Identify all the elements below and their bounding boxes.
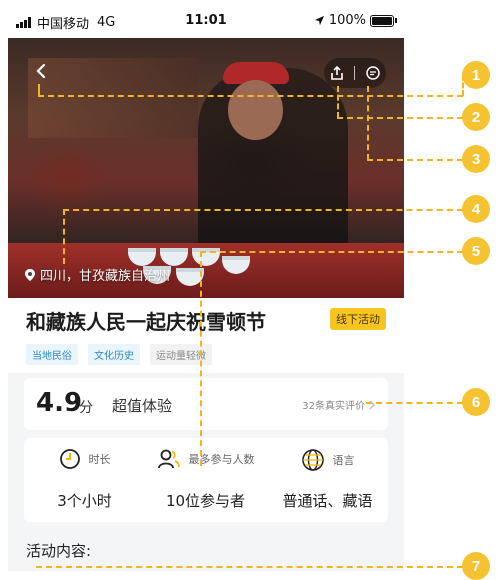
hero-actions (324, 58, 386, 88)
annotation-line (63, 209, 65, 264)
annotation-marker-1: 1 (462, 61, 490, 89)
stat-label: 时长 (88, 453, 111, 466)
rating-card[interactable]: 4.9 分 超值体验 32条真实评价 (24, 378, 388, 430)
chevron-right-icon (369, 400, 375, 409)
status-right: 100% (314, 13, 397, 28)
stat-duration: 时长 3个小时 (24, 438, 145, 522)
annotation-line (367, 86, 369, 160)
actions-divider (354, 66, 356, 80)
annotation-marker-7: 7 (462, 552, 490, 580)
reviews-count: 32条真实评价 (302, 401, 365, 412)
battery-icon (370, 14, 397, 27)
tag-item: 运动量轻微 (150, 344, 212, 365)
stat-value: 普通话、藏语 (282, 492, 373, 510)
annotation-marker-3: 3 (462, 145, 490, 173)
annotation-marker-5: 5 (462, 237, 490, 265)
stat-label: 最多参与人数 (188, 453, 255, 466)
hero-bg-head (228, 80, 283, 140)
annotation-marker-2: 2 (462, 103, 490, 131)
share-icon[interactable] (329, 65, 345, 81)
globe-icon (301, 449, 324, 471)
annotation-line (36, 566, 463, 568)
location-arrow-icon (314, 15, 324, 26)
clock-icon (59, 449, 80, 469)
stat-header: 最多参与人数 (145, 448, 266, 470)
rating-score: 4.9 (36, 388, 83, 418)
annotation-line (38, 95, 463, 97)
location-pin-icon (25, 268, 35, 281)
hero-image: 四川，甘孜藏族自治州 (8, 38, 404, 298)
reviews-link[interactable]: 32条真实评价 (302, 397, 376, 412)
activity-info: 和藏族人民一起庆祝雪顿节 线下活动 当地民俗 文化历史 运动量轻微 (8, 298, 404, 373)
annotation-line (200, 251, 463, 253)
status-bar: 中国移动 4G 11:01 100% (8, 0, 404, 38)
phone-screen: 中国移动 4G 11:01 100% 四川，甘孜藏族自治州 和藏族人民一起庆祝雪… (8, 0, 404, 571)
tag-item[interactable]: 当地民俗 (26, 344, 78, 365)
annotation-line (200, 251, 202, 466)
stat-label: 语言 (332, 454, 355, 467)
location-label: 四川，甘孜藏族自治州 (24, 265, 170, 284)
annotation-line (337, 86, 339, 118)
chevron-left-icon (36, 63, 46, 79)
annotation-marker-4: 4 (462, 195, 490, 223)
rating-unit: 分 (79, 400, 93, 416)
stat-header: 语言 (267, 448, 388, 472)
comment-icon[interactable] (365, 65, 381, 81)
activity-title: 和藏族人民一起庆祝雪顿节 (26, 310, 266, 334)
stat-value: 3个小时 (57, 492, 112, 510)
stats-card: 时长 3个小时 最多参与人数 10位参与者 语言 普通话、藏语 (24, 438, 388, 522)
offline-badge: 线下活动 (330, 308, 386, 330)
rating-label: 超值体验 (112, 397, 173, 415)
stat-header: 时长 (24, 448, 145, 470)
annotation-marker-6: 6 (462, 388, 490, 416)
battery-percent: 100% (328, 13, 366, 28)
people-icon (157, 449, 180, 469)
annotation-line (337, 117, 463, 119)
content-section-title: 活动内容: (26, 542, 92, 560)
stat-value: 10位参与者 (165, 492, 246, 510)
back-button[interactable] (28, 58, 54, 84)
tag-item[interactable]: 文化历史 (88, 344, 140, 365)
location-text: 四川，甘孜藏族自治州 (40, 269, 171, 284)
annotation-line (367, 159, 463, 161)
tag-list: 当地民俗 文化历史 运动量轻微 (26, 344, 212, 365)
stat-language: 语言 普通话、藏语 (267, 438, 388, 522)
annotation-line (366, 402, 463, 404)
stat-capacity: 最多参与人数 10位参与者 (145, 438, 266, 522)
annotation-line (63, 209, 463, 211)
